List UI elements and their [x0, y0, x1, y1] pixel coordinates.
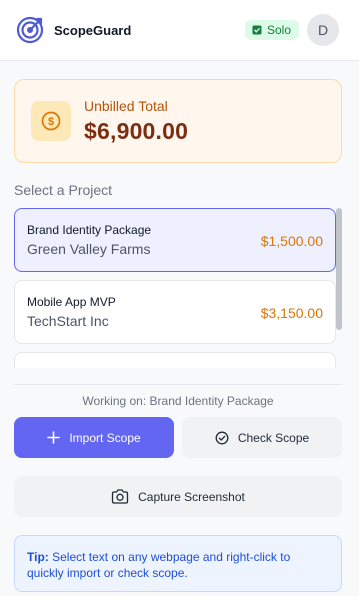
check-circle-icon: [215, 431, 229, 444]
avatar[interactable]: D: [307, 14, 339, 46]
unbilled-amount: $6,900.00: [84, 117, 189, 144]
project-amount: $1,500.00: [260, 233, 323, 249]
target-icon: [16, 16, 44, 44]
project-card-partial[interactable]: [14, 352, 336, 368]
capture-screenshot-button[interactable]: Capture Screenshot: [14, 476, 342, 517]
check-scope-button[interactable]: Check Scope: [182, 417, 342, 458]
project-amount: $3,150.00: [260, 305, 323, 321]
camera-icon: [111, 489, 129, 504]
plus-icon: [47, 431, 61, 444]
svg-text:$: $: [48, 116, 54, 128]
select-project-label: Select a Project: [14, 182, 113, 198]
plan-badge: Solo: [244, 20, 299, 40]
check-square-icon: [252, 25, 262, 35]
working-on-status: Working on: Brand Identity Package: [82, 394, 274, 408]
divider: [14, 384, 342, 385]
tip-text: Select text on any webpage and right-cli…: [27, 550, 291, 580]
unbilled-total-card: $ Unbilled Total $6,900.00: [14, 79, 342, 163]
dollar-coin-icon: $: [31, 101, 71, 141]
app-title: ScopeGuard: [54, 22, 132, 38]
project-list[interactable]: Brand Identity Package Green Valley Farm…: [14, 208, 343, 368]
import-scope-button[interactable]: Import Scope: [14, 417, 174, 458]
check-scope-label: Check Scope: [237, 430, 310, 445]
header: ScopeGuard Solo D: [0, 0, 359, 61]
import-scope-label: Import Scope: [69, 430, 141, 445]
unbilled-label: Unbilled Total: [84, 97, 168, 114]
project-card-mobile-app[interactable]: Mobile App MVP TechStart Inc $3,150.00: [14, 280, 336, 344]
tip-box: Tip: Select text on any webpage and righ…: [14, 535, 342, 592]
plan-badge-label: Solo: [266, 23, 291, 37]
project-list-scrollbar[interactable]: [336, 208, 342, 330]
tip-prefix: Tip:: [27, 550, 49, 564]
project-card-brand-identity[interactable]: Brand Identity Package Green Valley Farm…: [14, 208, 336, 272]
capture-screenshot-label: Capture Screenshot: [138, 489, 245, 504]
